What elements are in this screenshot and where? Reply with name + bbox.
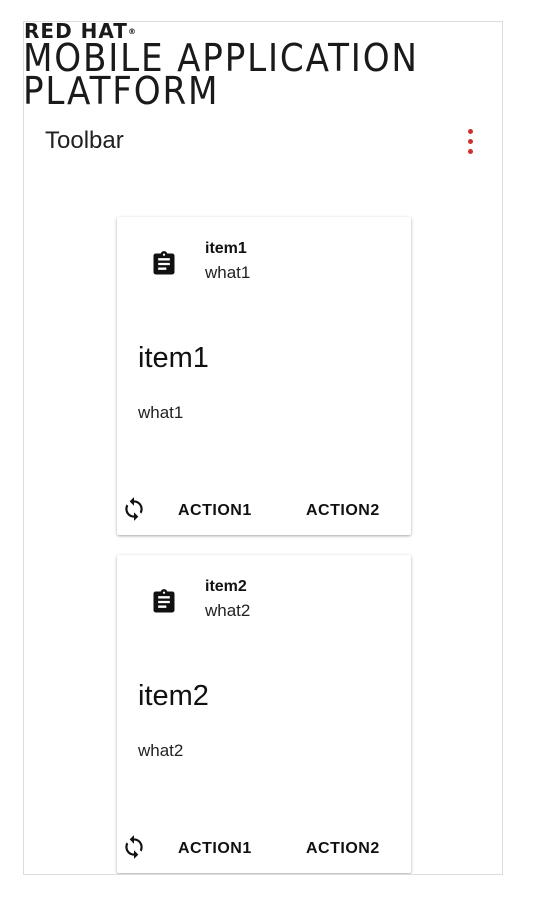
refresh-icon[interactable] bbox=[121, 834, 147, 860]
card-header-subtitle: what2 bbox=[205, 601, 251, 620]
toolbar: Toolbar bbox=[24, 118, 502, 166]
card-header-title: item1 bbox=[205, 240, 247, 257]
action2-button[interactable]: ACTION2 bbox=[306, 839, 380, 859]
menu-dot bbox=[468, 129, 473, 134]
card-title: item1 bbox=[138, 342, 209, 374]
app-frame: RED HAT® MOBILE APPLICATION PLATFORM Too… bbox=[23, 21, 503, 875]
card-actions: ACTION1 ACTION2 bbox=[117, 817, 411, 873]
card-text: what2 bbox=[138, 741, 184, 760]
action1-button[interactable]: ACTION1 bbox=[178, 839, 252, 859]
brand-line-2: PLATFORM bbox=[23, 69, 220, 113]
more-vert-icon[interactable] bbox=[458, 127, 482, 157]
card-text: what1 bbox=[138, 403, 184, 422]
action1-button[interactable]: ACTION1 bbox=[178, 501, 252, 521]
menu-dot bbox=[468, 149, 473, 154]
toolbar-title: Toolbar bbox=[45, 127, 124, 154]
card-title: item2 bbox=[138, 680, 209, 712]
card-header-subtitle: what1 bbox=[205, 263, 251, 282]
card-header-title: item2 bbox=[205, 578, 247, 595]
menu-dot bbox=[468, 139, 473, 144]
card: item1 what1 item1 what1 ACTION1 ACTION2 bbox=[117, 217, 411, 535]
brand-logo: RED HAT® MOBILE APPLICATION PLATFORM bbox=[23, 22, 502, 113]
assignment-icon bbox=[150, 248, 178, 280]
brand-registered-mark: ® bbox=[127, 27, 137, 36]
card-actions: ACTION1 ACTION2 bbox=[117, 479, 411, 535]
assignment-icon bbox=[150, 586, 178, 618]
action2-button[interactable]: ACTION2 bbox=[306, 501, 380, 521]
refresh-icon[interactable] bbox=[121, 496, 147, 522]
card: item2 what2 item2 what2 ACTION1 ACTION2 bbox=[117, 555, 411, 873]
